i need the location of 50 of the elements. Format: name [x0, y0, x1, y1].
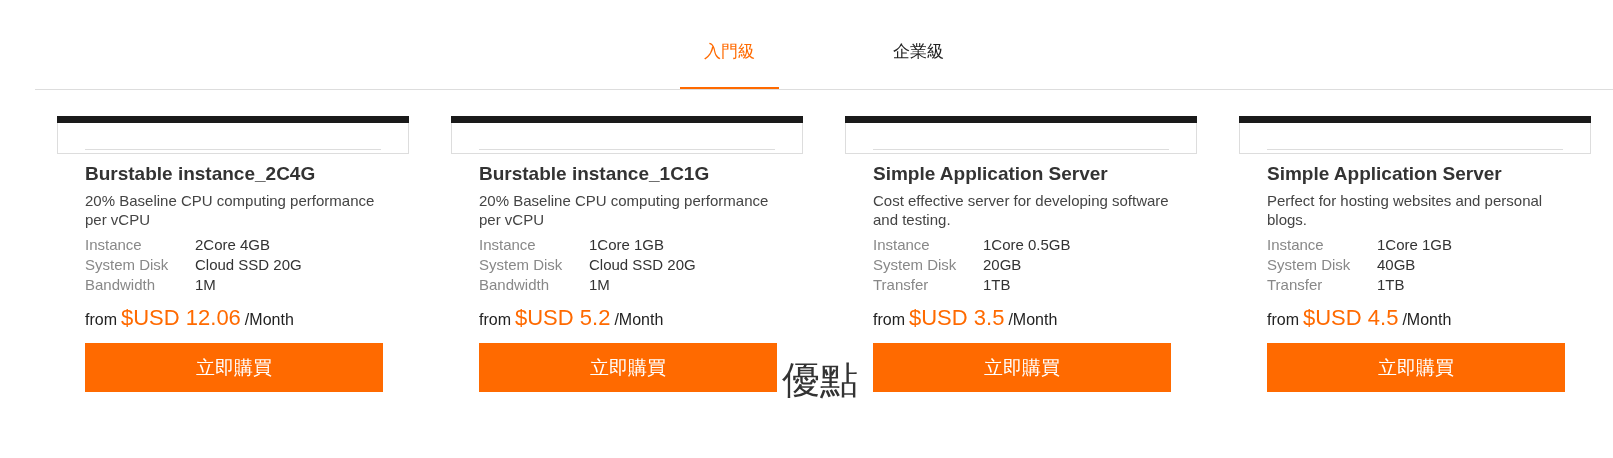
spec-label: System Disk: [85, 255, 170, 275]
spec-value: 40GB: [1377, 255, 1416, 275]
price-unit: /Month: [614, 311, 664, 329]
spec-value: 1Core 0.5GB: [983, 235, 1071, 255]
spec-label: Instance: [479, 235, 537, 255]
price-amount: $USD 3.5: [909, 305, 1005, 331]
spec-label: Transfer: [873, 275, 930, 295]
spec-value: 1TB: [983, 275, 1011, 295]
price-prefix: from: [85, 311, 117, 329]
spec-value: 20GB: [983, 255, 1022, 275]
spec-label: Transfer: [1267, 275, 1324, 295]
price-prefix: from: [479, 311, 511, 329]
plan-title: Burstable instance_2C4G: [85, 162, 317, 185]
price-prefix: from: [1267, 311, 1299, 329]
spec-value: 1Core 1GB: [589, 235, 665, 255]
spec-label: System Disk: [873, 255, 958, 275]
spec-label: Bandwidth: [479, 275, 551, 295]
spec-label: Instance: [873, 235, 931, 255]
spec-label: Instance: [1267, 235, 1325, 255]
spec-value: 1TB: [1377, 275, 1405, 295]
price-amount: $USD 4.5: [1303, 305, 1399, 331]
plan-description: 20% Baseline CPU computing performance per vCPU: [85, 191, 376, 229]
price-unit: /Month: [1402, 311, 1452, 329]
price-prefix: from: [873, 311, 905, 329]
spec-value: 1M: [195, 275, 216, 295]
spec-value: Cloud SSD 20G: [195, 255, 302, 275]
plan-title: Simple Application Server: [1267, 162, 1503, 185]
price-amount: $USD 5.2: [515, 305, 611, 331]
spec-label: Bandwidth: [85, 275, 157, 295]
buy-button[interactable]: 立即購買: [1267, 343, 1565, 392]
spec-value: Cloud SSD 20G: [589, 255, 696, 275]
tab[interactable]: 入門級: [680, 36, 779, 89]
spec-value: 1M: [589, 275, 610, 295]
spec-value: 1Core 1GB: [1377, 235, 1453, 255]
price-amount: $USD 12.06: [121, 305, 241, 331]
spec-value: 2Core 4GB: [195, 235, 271, 255]
buy-button[interactable]: 立即購買: [873, 343, 1171, 392]
buy-button[interactable]: 立即購買: [479, 343, 777, 392]
plan-title: Simple Application Server: [873, 162, 1109, 185]
tab[interactable]: 企業級: [869, 36, 968, 89]
spec-label: System Disk: [1267, 255, 1352, 275]
buy-button[interactable]: 立即購買: [85, 343, 383, 392]
price-unit: /Month: [244, 311, 294, 329]
spec-label: Instance: [85, 235, 143, 255]
plan-title: Burstable instance_1C1G: [479, 162, 711, 185]
plan-description: Perfect for hosting websites and personal blogs.: [1267, 191, 1544, 229]
plan-description: 20% Baseline CPU computing performance per vCPU: [479, 191, 770, 229]
spec-label: System Disk: [479, 255, 564, 275]
price-unit: /Month: [1008, 311, 1058, 329]
plan-description: Cost effective server for developing software and testing.: [873, 191, 1169, 229]
